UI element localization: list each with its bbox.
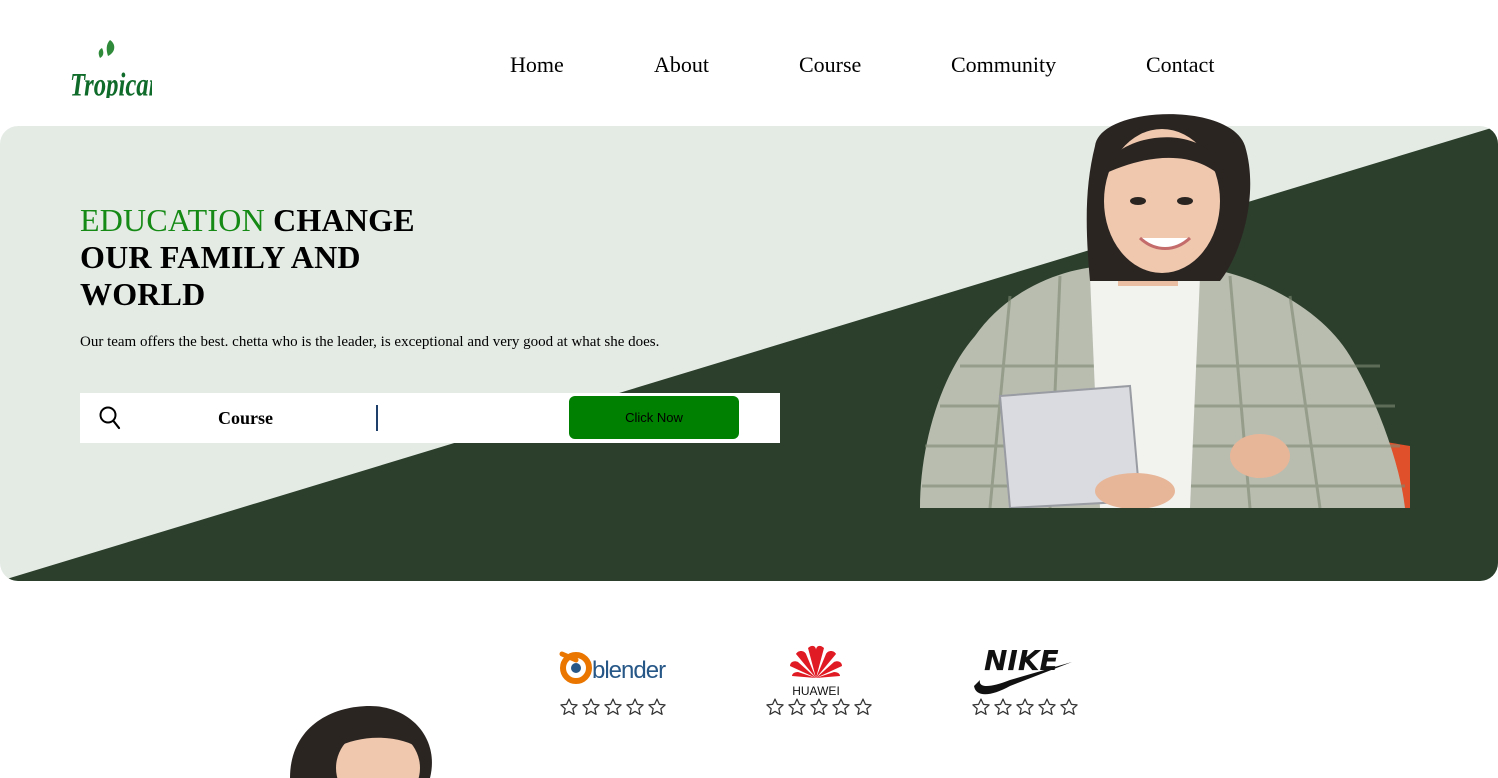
nav-about[interactable]: About [654, 52, 709, 78]
nike-rating [971, 697, 1079, 717]
huawei-logo: HUAWEI [786, 640, 916, 698]
svg-text:HUAWEI: HUAWEI [792, 684, 840, 698]
svg-text:blender: blender [592, 657, 666, 684]
headline-line2: OUR FAMILY AND [80, 239, 361, 275]
star-icon[interactable] [559, 697, 579, 717]
star-icon[interactable] [853, 697, 873, 717]
nike-logo: NIKE [970, 640, 1100, 696]
main-nav: Home About Course Community Contact [0, 52, 1498, 82]
blender-rating [559, 697, 667, 717]
hero-subtext: Our team offers the best. chetta who is … [80, 334, 660, 350]
star-icon[interactable] [603, 697, 623, 717]
star-icon[interactable] [971, 697, 991, 717]
nav-course[interactable]: Course [799, 52, 861, 78]
course-category-select[interactable]: Course [218, 408, 273, 429]
headline-accent: EDUCATION [80, 202, 265, 238]
star-icon[interactable] [647, 697, 667, 717]
search-input[interactable] [376, 405, 564, 431]
partner-nike: NIKE [970, 640, 1100, 696]
star-icon[interactable] [787, 697, 807, 717]
student-photo-secondary [290, 706, 432, 778]
hero-headline: EDUCATION CHANGE OUR FAMILY AND WORLD [80, 202, 460, 313]
partner-blender: blender [558, 640, 688, 696]
partner-huawei: HUAWEI [786, 640, 916, 698]
huawei-rating [765, 697, 873, 717]
svg-text:NIKE: NIKE [984, 644, 1059, 677]
star-icon[interactable] [1037, 697, 1057, 717]
search-icon[interactable] [98, 405, 122, 436]
nav-contact[interactable]: Contact [1146, 52, 1214, 78]
blender-logo: blender [558, 640, 688, 696]
student-photo [920, 114, 1410, 508]
course-search-bar: Course Click Now [80, 393, 780, 443]
star-icon[interactable] [1059, 697, 1079, 717]
star-icon[interactable] [993, 697, 1013, 717]
headline-line1: CHANGE [273, 202, 415, 238]
nav-community[interactable]: Community [951, 52, 1056, 78]
star-icon[interactable] [809, 697, 829, 717]
star-icon[interactable] [831, 697, 851, 717]
click-now-button[interactable]: Click Now [569, 396, 739, 439]
star-icon[interactable] [1015, 697, 1035, 717]
nav-home[interactable]: Home [510, 52, 564, 78]
star-icon[interactable] [581, 697, 601, 717]
headline-line3: WORLD [80, 276, 206, 312]
star-icon[interactable] [765, 697, 785, 717]
star-icon[interactable] [625, 697, 645, 717]
